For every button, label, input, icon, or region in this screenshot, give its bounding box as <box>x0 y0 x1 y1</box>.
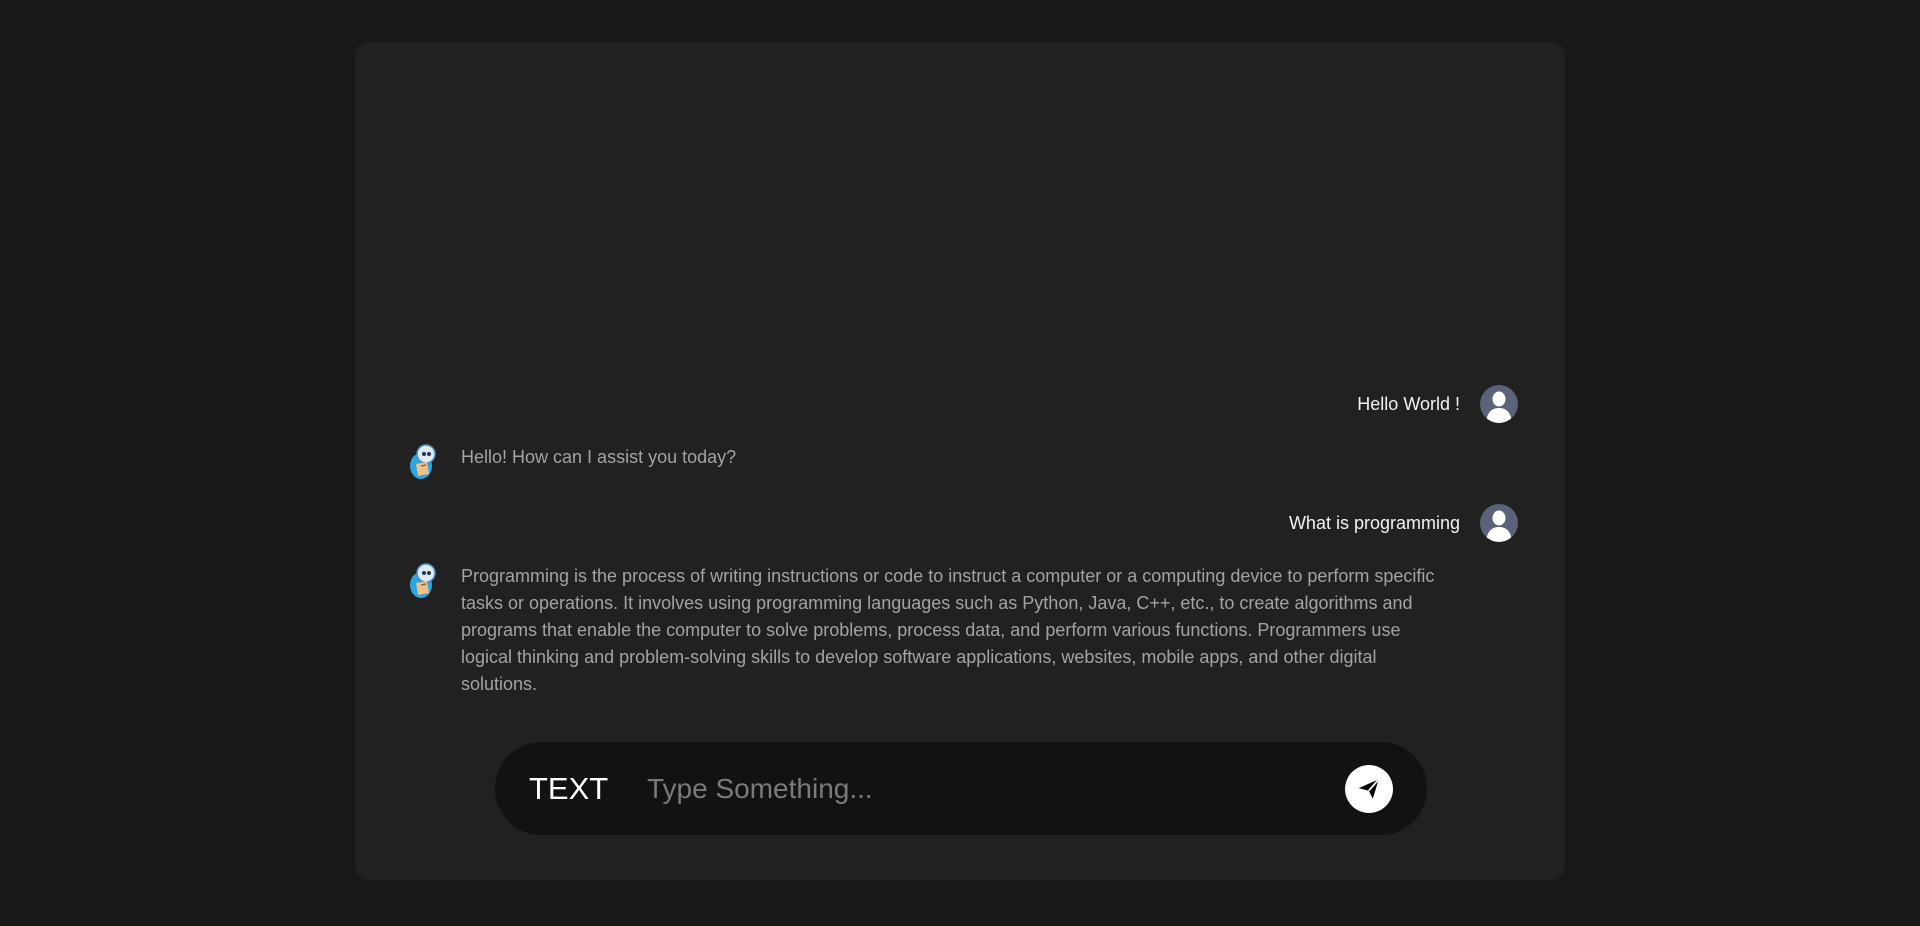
user-message-text: Hello World ! <box>1357 393 1460 414</box>
bot-message: Programming is the process of writing in… <box>407 563 1446 698</box>
user-avatar-icon <box>1480 504 1518 542</box>
bot-message-text: Programming is the process of writing in… <box>461 566 1435 694</box>
bot-message-text: Hello! How can I assist you today? <box>461 447 737 467</box>
bot-message: Hello! How can I assist you today? <box>407 444 1446 480</box>
send-icon <box>1358 778 1380 799</box>
bot-avatar-icon <box>407 563 439 599</box>
user-message: What is programming <box>1289 504 1518 542</box>
chat-panel: Hello World ! Hello! How can I assist yo… <box>355 42 1565 880</box>
message-input[interactable] <box>645 771 1325 806</box>
user-message: Hello World ! <box>1357 385 1518 423</box>
bot-avatar-icon <box>407 444 439 480</box>
user-avatar-icon <box>1480 385 1518 423</box>
user-message-text: What is programming <box>1288 512 1460 533</box>
message-input-bar: TEXT <box>495 742 1427 835</box>
input-mode-label[interactable]: TEXT <box>529 771 645 807</box>
send-button[interactable] <box>1345 764 1393 813</box>
